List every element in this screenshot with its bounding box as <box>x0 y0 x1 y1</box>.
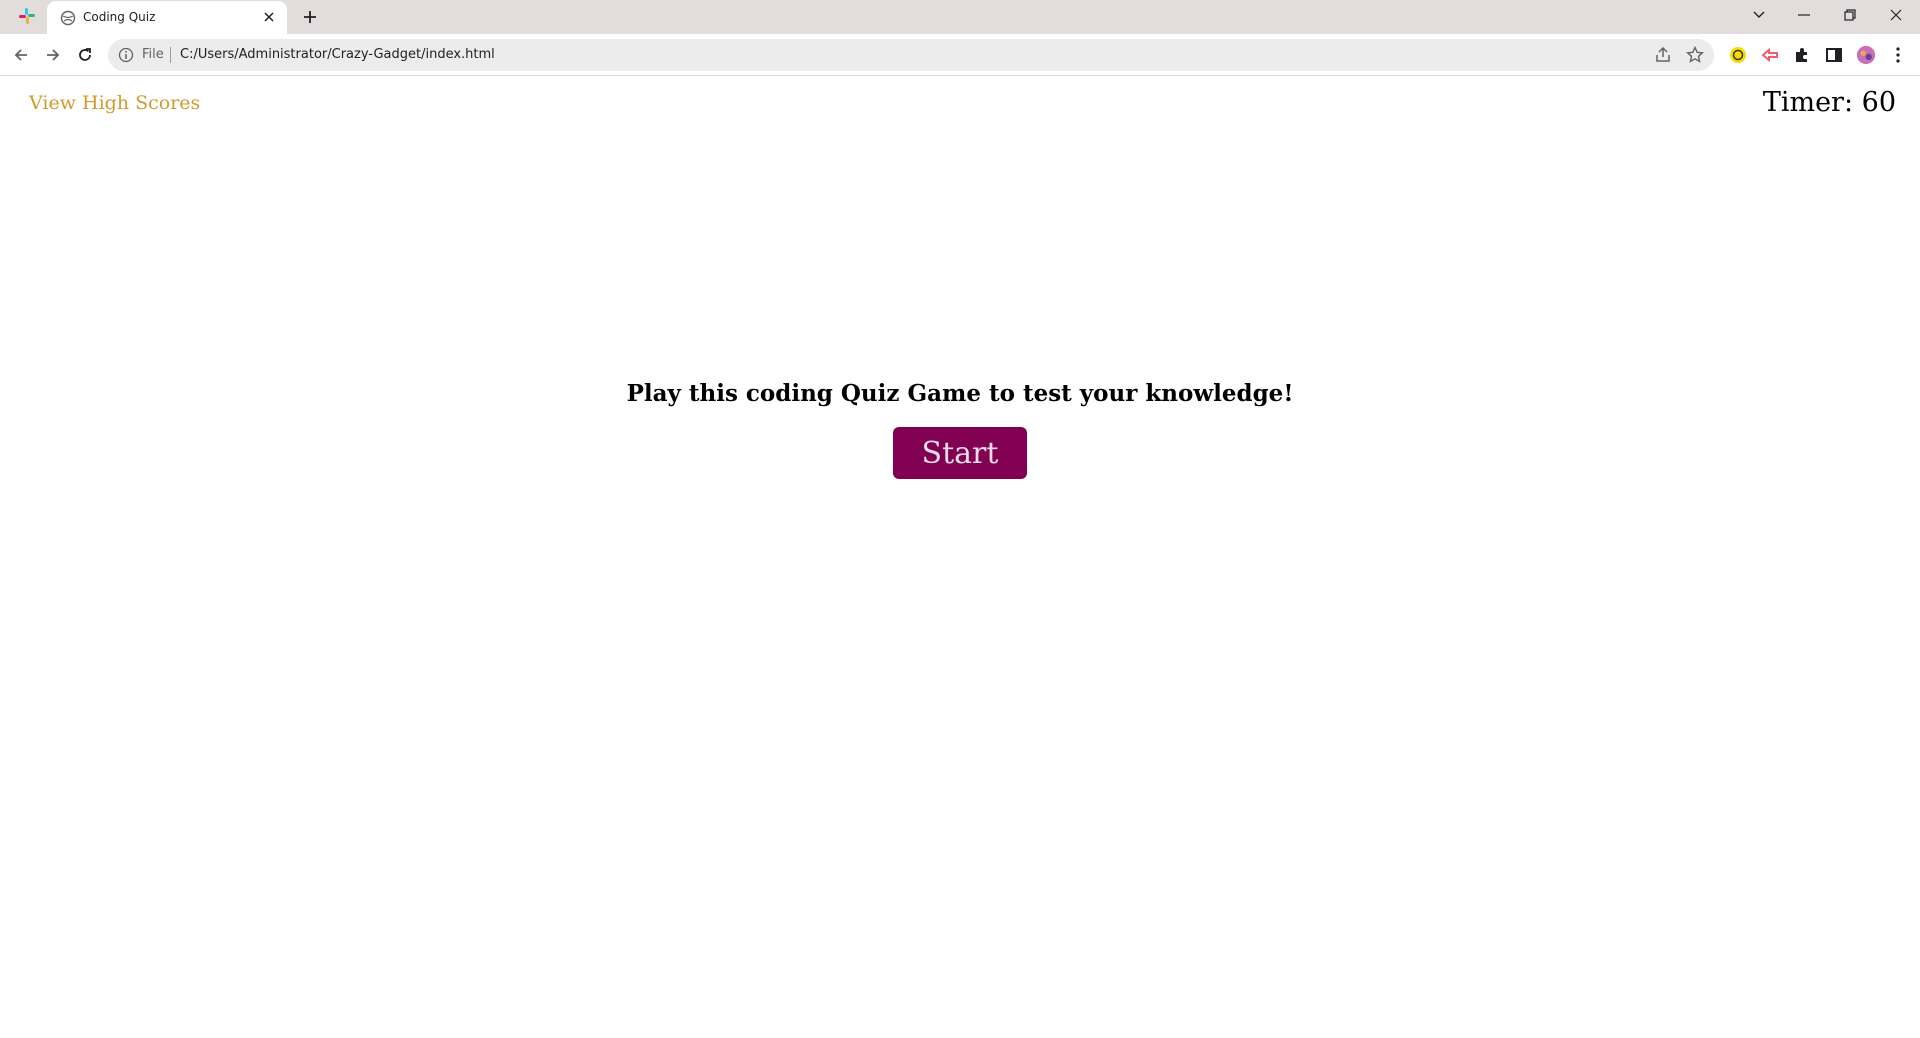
close-window-icon[interactable] <box>1882 4 1910 26</box>
side-panel-icon[interactable] <box>1824 45 1844 65</box>
menu-kebab-icon[interactable] <box>1888 45 1908 65</box>
browser-toolbar: File C:/Users/Administrator/Crazy-Gadget… <box>0 34 1920 76</box>
intro-text: Play this coding Quiz Game to test your … <box>626 380 1294 407</box>
address-bar[interactable]: File C:/Users/Administrator/Crazy-Gadget… <box>108 39 1714 71</box>
reload-icon[interactable] <box>74 44 96 66</box>
tab-title: Coding Quiz <box>83 10 156 24</box>
extension-red-icon[interactable] <box>1760 45 1780 65</box>
new-tab-icon[interactable] <box>300 7 320 27</box>
active-tab[interactable]: Coding Quiz <box>47 1 287 34</box>
extensions-puzzle-icon[interactable] <box>1792 45 1812 65</box>
address-divider <box>170 47 171 63</box>
quiz-page: View High Scores Timer: 60 Play this cod… <box>0 77 1920 1038</box>
info-icon[interactable] <box>118 47 134 63</box>
scheme-label: File <box>142 47 164 62</box>
timer: Timer: 60 <box>1762 87 1896 118</box>
globe-favicon-icon <box>60 10 76 26</box>
restore-icon[interactable] <box>1836 4 1864 26</box>
back-icon[interactable] <box>10 44 32 66</box>
tab-search-icon[interactable] <box>1745 4 1773 26</box>
bookmark-star-icon[interactable] <box>1685 45 1705 64</box>
close-tab-icon[interactable] <box>261 9 277 25</box>
view-high-scores-link[interactable]: View High Scores <box>29 92 200 114</box>
slack-icon[interactable] <box>18 7 36 25</box>
tab-strip: Coding Quiz <box>0 0 1920 34</box>
forward-icon[interactable] <box>42 44 64 66</box>
url-text[interactable]: C:/Users/Administrator/Crazy-Gadget/inde… <box>180 47 495 62</box>
minimize-icon[interactable] <box>1790 4 1818 26</box>
share-icon[interactable] <box>1654 46 1672 64</box>
start-button[interactable]: Start <box>893 427 1027 479</box>
profile-avatar-icon[interactable] <box>1856 45 1876 65</box>
extension-yellow-icon[interactable] <box>1728 45 1748 65</box>
